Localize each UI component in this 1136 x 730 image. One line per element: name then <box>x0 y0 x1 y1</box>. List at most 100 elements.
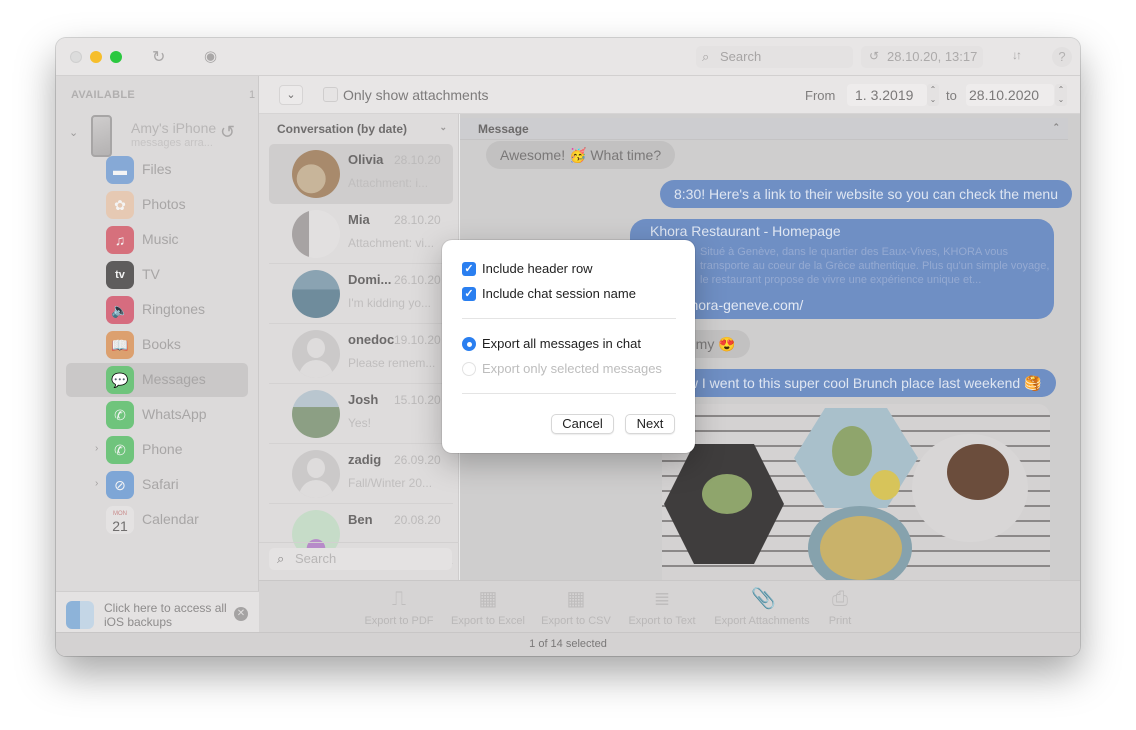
conversation-item[interactable]: Domi... 26.10.20 I'm kidding yo... <box>269 264 453 324</box>
include-header-row-checkbox[interactable]: ✓ <box>462 262 476 276</box>
print-button[interactable]: ⎙ Print <box>790 587 890 627</box>
chevron-down-icon: ⌄ <box>439 122 447 132</box>
sidebar-item-messages[interactable]: 💬 Messages <box>66 363 248 397</box>
conversation-date: 28.10.20 <box>394 153 441 167</box>
only-attachments-checkbox[interactable] <box>323 87 338 102</box>
message-column-header[interactable]: Message ⌃ <box>460 118 1068 140</box>
conversation-date: 15.10.20 <box>394 393 441 407</box>
backup-date-button[interactable]: ↺ 28.10.20, 13:17 <box>861 46 983 68</box>
avatar <box>292 270 340 318</box>
image-food <box>832 426 872 476</box>
refresh-icon[interactable]: ↻ <box>152 47 165 67</box>
sidebar-item-photos[interactable]: ✿ Photos <box>66 188 248 222</box>
chevron-down-icon[interactable]: ⌄ <box>69 126 78 139</box>
conversation-item[interactable]: onedoc 19.10.20 Please remem... <box>269 324 453 384</box>
from-date-field[interactable]: 1. 3.2019 <box>847 84 927 106</box>
conversation-item[interactable]: Olivia 28.10.20 Attachment: i... <box>269 144 453 204</box>
phone-icon: ✆ <box>106 436 134 464</box>
conversation-item[interactable]: zadig 26.09.20 Fall/Winter 20... <box>269 444 453 504</box>
conversation-name: Josh <box>348 392 379 407</box>
conversation-name: zadig <box>348 452 382 467</box>
device-subtitle: messages arra... <box>131 137 213 149</box>
conversation-name: onedoc <box>348 332 395 347</box>
export-to-pdf-button[interactable]: ⎍ Export to PDF <box>349 587 449 627</box>
include-session-name-label[interactable]: Include chat session name <box>482 286 636 301</box>
conversation-search-input[interactable]: ⌕ Search <box>269 548 452 570</box>
avatar <box>292 150 340 198</box>
sidebar-item-whatsapp[interactable]: ✆ WhatsApp <box>66 398 248 432</box>
message-bubble-outgoing[interactable]: 8:30! Here's a link to their website so … <box>660 180 1072 208</box>
close-banner-icon[interactable]: ✕ <box>234 607 248 621</box>
conversation-list: Conversation (by date) ⌄ Olivia 28.10.20 A… <box>259 114 459 580</box>
conversation-search-placeholder: Search <box>295 551 337 566</box>
status-bar: 1 of 14 selected <box>56 632 1080 656</box>
export-selected-radio <box>462 362 476 376</box>
sidebar-item-music[interactable]: ♫ Music <box>66 223 248 257</box>
conversation-preview: Fall/Winter 20... <box>348 476 433 490</box>
toolbar-search-placeholder: Search <box>720 49 762 64</box>
conversation-sort-header[interactable]: Conversation (by date) ⌄ <box>269 118 455 140</box>
export-to-excel-button[interactable]: ▦ Export to Excel <box>438 587 538 627</box>
include-header-row-label[interactable]: Include header row <box>482 261 593 276</box>
next-button[interactable]: Next <box>625 414 675 434</box>
include-session-name-checkbox[interactable]: ✓ <box>462 287 476 301</box>
calendar-icon: MON 21 <box>106 506 134 534</box>
to-date-stepper[interactable]: ⌃ ⌄ <box>1055 84 1067 106</box>
sidebar-item-safari[interactable]: › ⊘ Safari <box>66 468 248 502</box>
export-to-csv-button[interactable]: ▦ Export to CSV <box>526 587 626 627</box>
titlebar: ↻ ◉ ⌕ Search ↺ 28.10.20, 13:17 ↓↑ ? <box>56 38 1080 76</box>
divider <box>462 318 676 319</box>
sidebar-item-books[interactable]: 📖 Books <box>66 328 248 362</box>
chevron-right-icon[interactable]: › <box>95 443 98 454</box>
message-image-attachment[interactable] <box>662 404 1050 580</box>
sort-arrows-icon[interactable]: ↓↑ <box>1012 48 1022 62</box>
backup-date-text: 28.10.20, 13:17 <box>887 49 978 64</box>
conversation-preview: Yes! <box>348 416 371 430</box>
export-all-label[interactable]: Export all messages in chat <box>482 336 641 351</box>
sidebar-item-label: Phone <box>142 441 183 457</box>
chevron-right-icon[interactable]: › <box>95 478 98 489</box>
sidebar-item-label: Files <box>142 161 172 177</box>
conversation-item[interactable]: Mia 28.10.20 Attachment: vi... <box>269 204 453 264</box>
sidebar-item-tv[interactable]: tv TV <box>66 258 248 292</box>
avatar <box>292 390 340 438</box>
backup-history-icon[interactable]: ↺ <box>220 122 235 143</box>
export-button-label: Export to CSV <box>541 615 611 627</box>
cancel-button[interactable]: Cancel <box>551 414 614 434</box>
message-bubble-incoming[interactable]: Awesome! 🥳 What time? <box>486 141 676 169</box>
finder-icon <box>66 601 94 629</box>
from-label: From <box>805 88 836 103</box>
sidebar-item-label: Books <box>142 336 181 352</box>
toolbar-search-input[interactable]: ⌕ Search <box>696 46 853 68</box>
sidebar-item-calendar[interactable]: MON 21 Calendar <box>66 503 248 537</box>
sidebar-item-phone[interactable]: › ✆ Phone <box>66 433 248 467</box>
music-icon: ♫ <box>106 226 134 254</box>
message-bubble-outgoing[interactable]: tw I went to this super cool Brunch plac… <box>670 369 1056 397</box>
close-window-button[interactable] <box>70 51 82 63</box>
from-date-stepper[interactable]: ⌃ ⌄ <box>927 84 939 106</box>
sidebar-item-label: Safari <box>142 476 179 492</box>
image-food <box>820 516 902 580</box>
ios-backups-banner[interactable]: Click here to access all iOS backups ✕ <box>56 591 259 637</box>
eye-icon[interactable]: ◉ <box>204 47 217 65</box>
export-button-label: Export to Text <box>628 615 696 627</box>
help-button[interactable]: ? <box>1052 47 1072 67</box>
sidebar-item-files[interactable]: ▬ Files <box>66 153 248 187</box>
collapse-button[interactable]: ⌄ <box>279 85 303 105</box>
maximize-window-button[interactable] <box>110 51 122 63</box>
conversation-item[interactable]: Josh 15.10.20 Yes! <box>269 384 453 444</box>
conversation-preview: Attachment: i... <box>348 176 429 190</box>
export-button-label: Print <box>828 615 852 627</box>
avatar <box>292 210 340 258</box>
divider <box>259 542 459 543</box>
export-all-radio[interactable] <box>462 337 476 351</box>
paperclip-icon: 📎 <box>751 588 776 610</box>
to-date-field[interactable]: 28.10.2020 <box>966 84 1054 106</box>
only-attachments-label[interactable]: Only show attachments <box>343 87 489 103</box>
text-icon: ≣ <box>653 588 671 610</box>
export-to-text-button[interactable]: ≣ Export to Text <box>612 587 712 627</box>
avatar <box>292 330 340 378</box>
sidebar-item-ringtones[interactable]: 🔈 Ringtones <box>66 293 248 327</box>
export-toolbar: ⎍ Export to PDF ▦ Export to Excel ▦ Export to… <box>259 580 1080 632</box>
minimize-window-button[interactable] <box>90 51 102 63</box>
